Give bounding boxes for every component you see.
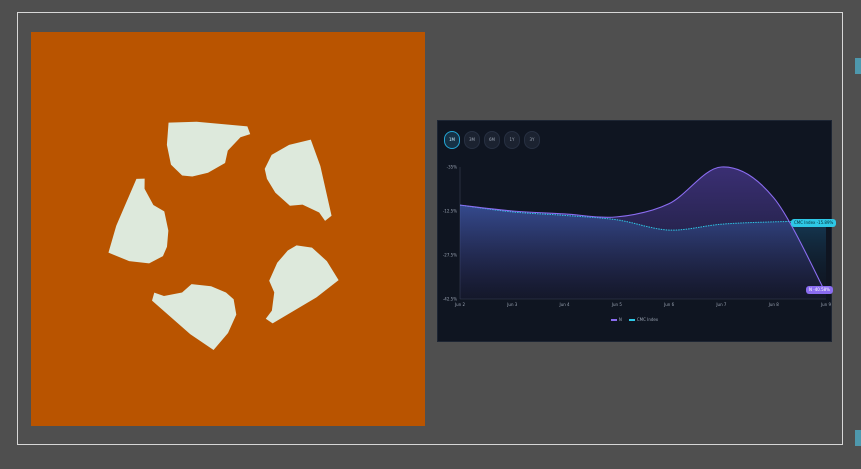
flower-logo-icon (108, 121, 339, 350)
x-tick-label: Jun 4 (559, 302, 571, 307)
logo-panel (31, 32, 425, 426)
legend-label-primary: N (618, 317, 622, 322)
chart-panel: 1M 3M 6M 1Y 3Y -35% -12.5% -27.5% -42.5% Jun 2 Ju… (437, 120, 837, 342)
primary-end-label: N -40.58% (806, 286, 833, 294)
edge-accent-bottom (855, 430, 861, 446)
primary-area (460, 166, 826, 299)
y-tick-label: -12.5% (443, 209, 457, 214)
legend-swatch-primary (610, 318, 617, 321)
x-tick-label: Jun 2 (454, 302, 466, 307)
x-tick-label: Jun 5 (611, 302, 623, 307)
x-tick-label: Jun 6 (663, 302, 675, 307)
performance-chart: -35% -12.5% -27.5% -42.5%Jun 2 Jun 3 Jun 4 Jun… (443, 165, 832, 308)
edge-accent-top (855, 58, 861, 74)
logo-petal (108, 178, 169, 264)
x-tick-label: Jun 3 (506, 302, 518, 307)
y-tick-label: -35% (447, 165, 458, 170)
chart-legend: N CMC Index (438, 317, 831, 322)
logo-petal (264, 139, 332, 221)
logo-petal (152, 284, 237, 350)
y-tick-label: -27.5% (443, 253, 457, 258)
logo-petal (166, 121, 251, 177)
x-tick-label: Jun 8 (768, 302, 780, 307)
legend-label-index: CMC Index (636, 317, 659, 322)
legend-swatch-index (628, 318, 635, 321)
y-tick-label: -42.5% (443, 297, 457, 302)
legend-item-primary[interactable]: N (610, 317, 622, 322)
x-tick-label: Jun 9 (820, 302, 832, 307)
legend-item-index[interactable]: CMC Index (628, 317, 659, 322)
logo-petal (265, 245, 339, 324)
x-tick-label: Jun 7 (715, 302, 727, 307)
index-end-label: CMC Index -15.89% (791, 219, 837, 227)
